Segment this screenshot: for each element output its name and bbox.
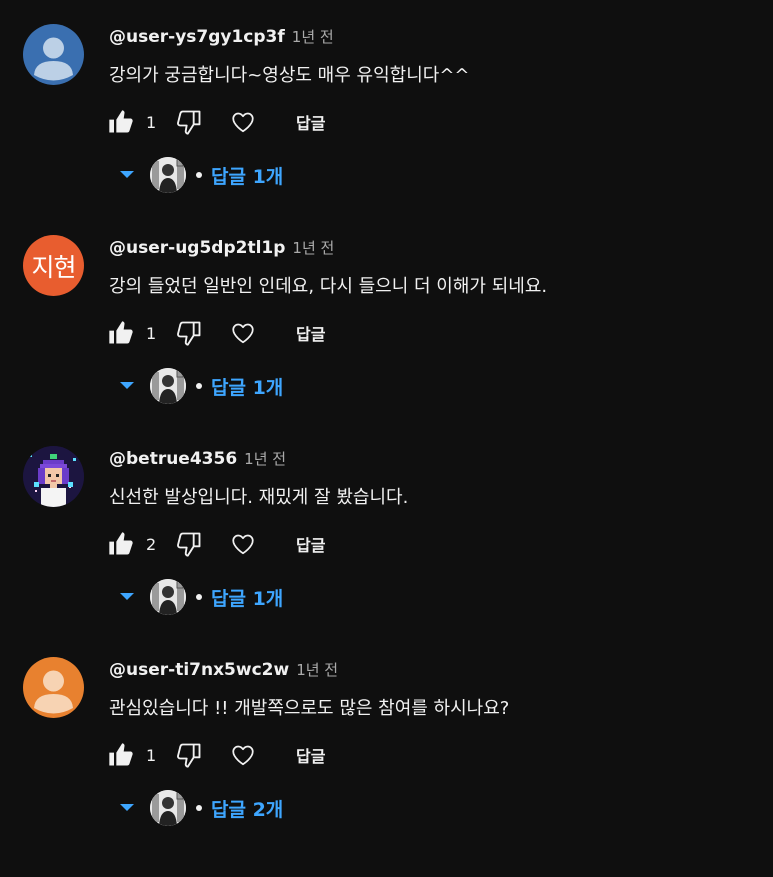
like-button[interactable] xyxy=(104,739,138,771)
heart-icon xyxy=(232,534,254,555)
thumbs-up-icon xyxy=(109,532,133,555)
heart-button[interactable] xyxy=(226,106,260,138)
like-count: 1 xyxy=(146,112,157,132)
heart-icon xyxy=(232,112,254,133)
author-name[interactable]: @user-ti7nx5wc2w xyxy=(109,660,289,680)
reply-button[interactable]: 답글 xyxy=(294,743,327,767)
author-name[interactable]: @user-ys7gy1cp3f xyxy=(109,27,285,47)
like-button[interactable] xyxy=(104,106,138,138)
comments-section: @user-ys7gy1cp3f 1년 전 강의가 궁금합니다~영상도 매우 유… xyxy=(0,0,773,877)
comment-toolbar: 1 답글 xyxy=(104,739,327,771)
heart-button[interactable] xyxy=(226,317,260,349)
comment-thread: 지현 @user-ug5dp2tl1p 1년 전 강의 들었던 일반인 인데요,… xyxy=(0,211,773,422)
comment-header: @user-ys7gy1cp3f 1년 전 xyxy=(109,26,334,47)
default-avatar-icon xyxy=(34,37,73,81)
thumbs-up-icon xyxy=(109,110,133,133)
comment-thread: @betrue4356 1년 전 신선한 발상입니다. 재밌게 잘 봤습니다. … xyxy=(0,422,773,633)
view-replies-button[interactable]: 답글 2개 xyxy=(117,788,283,828)
comment-toolbar: 1 답글 xyxy=(104,317,327,349)
view-replies-button[interactable]: 답글 1개 xyxy=(117,366,283,406)
timestamp[interactable]: 1년 전 xyxy=(244,448,286,469)
like-button[interactable] xyxy=(104,528,138,560)
replies-count[interactable]: 답글 1개 xyxy=(211,162,283,189)
heart-button[interactable] xyxy=(226,739,260,771)
avatar[interactable] xyxy=(23,657,84,718)
comment-header: @user-ti7nx5wc2w 1년 전 xyxy=(109,659,338,680)
thumbs-down-icon xyxy=(177,110,201,135)
creator-avatar-icon xyxy=(150,368,186,404)
avatar-initials: 지현 xyxy=(31,252,76,282)
avatar[interactable]: 지현 xyxy=(23,235,84,296)
comment-header: @user-ug5dp2tl1p 1년 전 xyxy=(109,237,334,258)
reply-avatar xyxy=(150,157,186,193)
like-count: 1 xyxy=(146,745,157,765)
timestamp[interactable]: 1년 전 xyxy=(296,659,338,680)
reply-avatar xyxy=(150,790,186,826)
comment-toolbar: 1 답글 xyxy=(104,106,327,138)
comment-text: 신선한 발상입니다. 재밌게 잘 봤습니다. xyxy=(109,487,409,508)
separator-dot xyxy=(196,594,202,600)
dislike-button[interactable] xyxy=(172,739,206,771)
view-replies-button[interactable]: 답글 1개 xyxy=(117,577,283,617)
avatar[interactable] xyxy=(23,24,84,85)
heart-icon xyxy=(232,745,254,766)
like-button[interactable] xyxy=(104,317,138,349)
chevron-down-icon xyxy=(117,587,137,607)
thumbs-down-icon xyxy=(177,532,201,557)
comment-text: 관심있습니다 !! 개발쪽으로도 많은 참여를 하시나요? xyxy=(109,698,510,719)
dislike-button[interactable] xyxy=(172,106,206,138)
dislike-button[interactable] xyxy=(172,317,206,349)
thumbs-up-icon xyxy=(109,321,133,344)
reply-button[interactable]: 답글 xyxy=(294,321,327,345)
thumbs-up-icon xyxy=(109,743,133,766)
reply-avatar xyxy=(150,368,186,404)
reply-button[interactable]: 답글 xyxy=(294,110,327,134)
replies-count[interactable]: 답글 1개 xyxy=(211,584,283,611)
pixel-art-avatar-icon xyxy=(23,446,84,507)
creator-avatar-icon xyxy=(150,579,186,615)
comment-text: 강의 들었던 일반인 인데요, 다시 들으니 더 이해가 되네요. xyxy=(109,276,548,297)
comment-thread: @user-ti7nx5wc2w 1년 전 관심있습니다 !! 개발쪽으로도 많… xyxy=(0,633,773,844)
chevron-down-icon xyxy=(117,798,137,818)
chevron-down-icon xyxy=(117,376,137,396)
thumbs-down-icon xyxy=(177,321,201,346)
separator-dot xyxy=(196,805,202,811)
dislike-button[interactable] xyxy=(172,528,206,560)
reply-avatar xyxy=(150,579,186,615)
timestamp[interactable]: 1년 전 xyxy=(292,237,334,258)
author-name[interactable]: @betrue4356 xyxy=(109,449,237,469)
creator-avatar-icon xyxy=(150,157,186,193)
heart-icon xyxy=(232,323,254,344)
reply-button[interactable]: 답글 xyxy=(294,532,327,556)
comment-toolbar: 2 답글 xyxy=(104,528,327,560)
view-replies-button[interactable]: 답글 1개 xyxy=(117,155,283,195)
creator-avatar-icon xyxy=(150,790,186,826)
comment-thread: @user-ys7gy1cp3f 1년 전 강의가 궁금합니다~영상도 매우 유… xyxy=(0,0,773,211)
like-count: 2 xyxy=(146,534,157,554)
comment-text: 강의가 궁금합니다~영상도 매우 유익합니다^^ xyxy=(109,65,470,86)
replies-count[interactable]: 답글 2개 xyxy=(211,795,283,822)
timestamp[interactable]: 1년 전 xyxy=(292,26,334,47)
separator-dot xyxy=(196,172,202,178)
chevron-down-icon xyxy=(117,165,137,185)
heart-button[interactable] xyxy=(226,528,260,560)
like-count: 1 xyxy=(146,323,157,343)
replies-count[interactable]: 답글 1개 xyxy=(211,373,283,400)
avatar[interactable] xyxy=(23,446,84,507)
thumbs-down-icon xyxy=(177,743,201,768)
comment-header: @betrue4356 1년 전 xyxy=(109,448,286,469)
default-avatar-icon xyxy=(34,670,73,714)
separator-dot xyxy=(196,383,202,389)
author-name[interactable]: @user-ug5dp2tl1p xyxy=(109,238,285,258)
